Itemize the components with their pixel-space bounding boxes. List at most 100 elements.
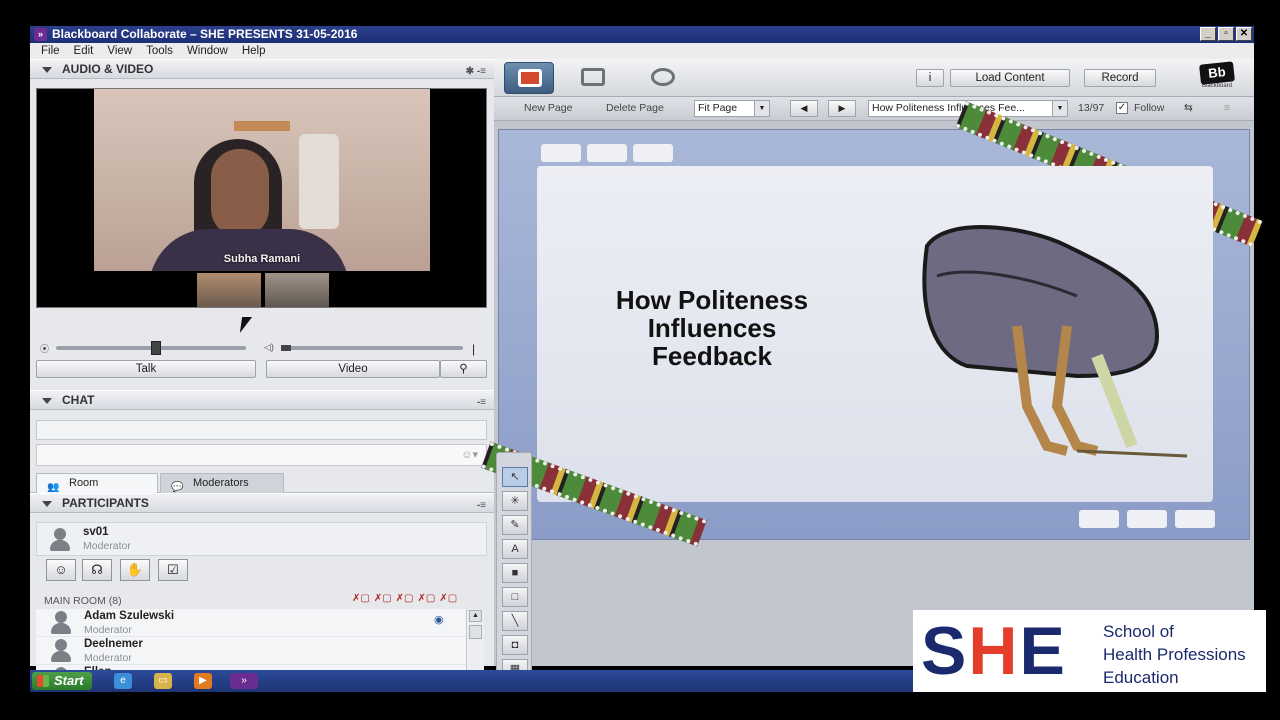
- line-tool-icon[interactable]: ╲: [502, 611, 528, 631]
- menu-help[interactable]: Help: [235, 43, 273, 59]
- menu-file[interactable]: File: [34, 43, 67, 59]
- browser-icon[interactable]: e: [114, 673, 132, 689]
- menu-icon[interactable]: ≡: [1224, 102, 1230, 114]
- chat-input[interactable]: ☺▾: [36, 444, 487, 466]
- microphone-icon: ⦿: [40, 344, 50, 354]
- close-button[interactable]: ✕: [1236, 27, 1252, 41]
- pen-tool-icon[interactable]: ✎: [502, 515, 528, 535]
- step-away-icon[interactable]: ☊: [82, 559, 112, 581]
- blackboard-logo: Bb Blackboard: [1196, 61, 1238, 93]
- audio-video-title: AUDIO & VIDEO: [62, 62, 154, 76]
- response-icon[interactable]: ☑: [158, 559, 188, 581]
- left-panel: AUDIO & VIDEO ✱ -≡ Subha Ramani ⦿ ◁) | T…: [30, 59, 494, 689]
- audio-video-header[interactable]: AUDIO & VIDEO ✱ -≡: [30, 59, 494, 79]
- scroll-thumb[interactable]: [469, 625, 482, 639]
- start-button[interactable]: Start: [32, 672, 92, 690]
- page-toolbar: New Page Delete Page Fit Page ▼ ◀ ▶ How P…: [494, 97, 1254, 121]
- follow-checkbox[interactable]: ✓: [1116, 102, 1128, 114]
- title-bar: » Blackboard Collaborate – SHE PRESENTS …: [30, 26, 1254, 43]
- video-thumbnail[interactable]: [265, 273, 329, 307]
- record-button[interactable]: Record: [1084, 69, 1156, 87]
- drawing-toolbar: ↖ ✳ ✎ A ■ □ ╲ ◘ ▦: [496, 452, 532, 688]
- menu-edit[interactable]: Edit: [67, 43, 101, 59]
- screenshot-tool-icon[interactable]: ◘: [502, 635, 528, 655]
- collapse-icon[interactable]: [42, 67, 52, 73]
- volume-controls: ⦿ ◁) |: [40, 341, 476, 356]
- menu-bar: File Edit View Tools Window Help: [30, 43, 1254, 59]
- my-name: sv01: [83, 526, 109, 538]
- delete-page-button[interactable]: Delete Page: [606, 102, 664, 114]
- panel-menu-icon[interactable]: -≡: [477, 393, 486, 412]
- emotion-icon[interactable]: ☺: [46, 559, 76, 581]
- avatar-icon: [49, 528, 71, 552]
- load-content-button[interactable]: Load Content: [950, 69, 1070, 87]
- chat-header[interactable]: CHAT -≡: [30, 390, 494, 410]
- video-zoom-icon[interactable]: ⚲: [440, 360, 487, 378]
- pointer-tool-icon[interactable]: ✳: [502, 491, 528, 511]
- main-room-label: MAIN ROOM (8): [44, 595, 122, 607]
- raise-hand-icon[interactable]: ✋: [120, 559, 150, 581]
- filled-rect-tool-icon[interactable]: ■: [502, 563, 528, 583]
- collapse-icon[interactable]: [42, 501, 52, 507]
- menu-tools[interactable]: Tools: [139, 43, 180, 59]
- window-controls: _ ▫ ✕: [1200, 27, 1252, 41]
- mic-volume-knob[interactable]: [151, 341, 161, 355]
- whiteboard-mode-icon[interactable]: [504, 62, 554, 94]
- share-permission-icon[interactable]: ✗▢: [439, 593, 457, 604]
- slide-title: How Politeness Influences Feedback: [615, 285, 809, 371]
- next-page-button[interactable]: ▶: [828, 100, 856, 117]
- maximize-button[interactable]: ▫: [1218, 27, 1234, 41]
- menu-view[interactable]: View: [100, 43, 139, 59]
- speaker-video: Subha Ramani: [94, 89, 430, 271]
- ostrich-illustration: [922, 225, 1188, 458]
- slide-stage[interactable]: How Politeness Influences Feedback: [481, 101, 1263, 547]
- windows-flag-icon: [37, 675, 49, 687]
- audio-permission-icon[interactable]: ✗▢: [352, 593, 370, 604]
- media-player-icon[interactable]: ▶: [194, 673, 212, 689]
- speaker-volume-slider[interactable]: [281, 346, 463, 350]
- web-tour-mode-icon[interactable]: [638, 62, 688, 94]
- list-item[interactable]: Deelnemer Moderator: [36, 637, 466, 665]
- my-role: Moderator: [83, 540, 131, 552]
- menu-window[interactable]: Window: [180, 43, 235, 59]
- panel-menu-icon[interactable]: ✱ -≡: [466, 62, 486, 81]
- list-item[interactable]: Adam Szulewski Moderator ◉: [36, 609, 466, 637]
- whiteboard-permission-icon[interactable]: ✗▢: [417, 593, 435, 604]
- swap-arrows-icon[interactable]: ⇆: [1184, 102, 1193, 114]
- collapse-icon[interactable]: [42, 398, 52, 404]
- collaborate-icon[interactable]: »: [230, 673, 258, 689]
- previous-page-button[interactable]: ◀: [790, 100, 818, 117]
- folder-icon[interactable]: ▭: [154, 673, 172, 689]
- app-window: » Blackboard Collaborate – SHE PRESENTS …: [30, 26, 1263, 689]
- participants-header[interactable]: PARTICIPANTS -≡: [30, 493, 494, 513]
- info-button[interactable]: i: [916, 69, 944, 87]
- tab-room[interactable]: 👥 Room: [36, 473, 158, 493]
- text-tool-icon[interactable]: A: [502, 539, 528, 559]
- chevron-down-icon: ▼: [754, 101, 769, 116]
- chat-permission-icon[interactable]: ✗▢: [396, 593, 414, 604]
- slide-content: How Politeness Influences Feedback: [537, 166, 1213, 502]
- video-on-icon: ◉: [434, 614, 444, 626]
- panel-menu-icon[interactable]: -≡: [477, 496, 486, 515]
- speaker-name: Subha Ramani: [223, 253, 301, 265]
- rect-tool-icon[interactable]: □: [502, 587, 528, 607]
- talk-button[interactable]: Talk: [36, 360, 256, 378]
- app-share-mode-icon[interactable]: [568, 62, 618, 94]
- fit-page-select[interactable]: Fit Page ▼: [694, 100, 770, 117]
- video-button[interactable]: Video: [266, 360, 440, 378]
- new-page-button[interactable]: New Page: [524, 102, 572, 114]
- chat-history[interactable]: [36, 420, 487, 440]
- scroll-up-icon[interactable]: ▲: [469, 610, 482, 622]
- she-logo-letters: SHE: [921, 613, 1067, 689]
- emoticon-icon[interactable]: ☺▾: [461, 448, 478, 461]
- tab-moderators[interactable]: 💬 Moderators: [160, 473, 284, 493]
- follow-label: Follow: [1134, 102, 1165, 114]
- my-participant-row[interactable]: sv01 Moderator: [36, 522, 487, 556]
- video-permission-icon[interactable]: ✗▢: [374, 593, 392, 604]
- video-thumbnail[interactable]: [197, 273, 261, 307]
- she-logo-text: School of Health Professions Education: [1103, 622, 1246, 687]
- minimize-button[interactable]: _: [1200, 27, 1216, 41]
- window-title: Blackboard Collaborate – SHE PRESENTS 31…: [52, 27, 358, 41]
- select-tool-icon[interactable]: ↖: [502, 467, 528, 487]
- she-logo: SHE School of Health Professions Educati…: [913, 610, 1266, 692]
